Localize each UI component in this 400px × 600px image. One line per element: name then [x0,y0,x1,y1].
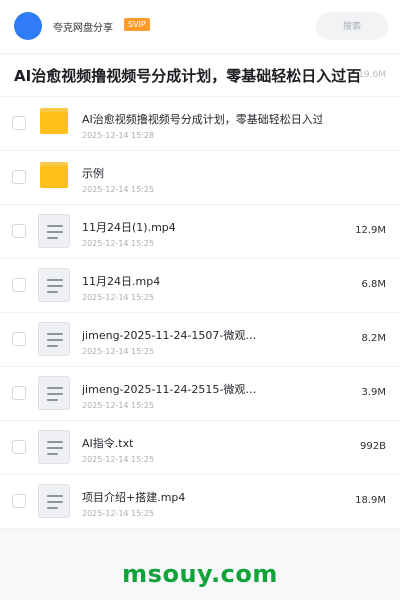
row-checkbox[interactable] [12,170,26,184]
file-list: AI治愈视频撸视频号分成计划，零基础轻松日入过百 2025-12-14 15:28… [0,97,400,529]
file-row[interactable]: 11月24日.mp4 2025-12-14 15:25 6.8M [0,259,400,313]
user-name: 夸克网盘分享 [53,23,113,34]
file-name: jimeng-2025-11-24-2515-微观… [82,383,257,396]
file-name: AI治愈视频撸视频号分成计划，零基础轻松日入过百 [82,113,322,126]
file-date: 2025-12-14 15:25 [82,347,155,356]
search-input[interactable]: 搜索 [316,12,388,40]
file-row[interactable]: AI指令.txt 2025-12-14 15:25 992B [0,421,400,475]
file-row[interactable]: jimeng-2025-11-24-1507-微观… 2025-12-14 15:… [0,313,400,367]
row-checkbox[interactable] [12,332,26,346]
file-icon [38,268,70,302]
file-date: 2025-12-14 15:25 [82,455,155,464]
folder-row[interactable]: AI治愈视频撸视频号分成计划，零基础轻松日入过百 2025-12-14 15:28 [0,97,400,151]
file-row[interactable]: jimeng-2025-11-24-2515-微观… 2025-12-14 15:… [0,367,400,421]
file-row[interactable]: 11月24日(1).mp4 2025-12-14 15:25 12.9M [0,205,400,259]
row-checkbox[interactable] [12,224,26,238]
avatar[interactable] [14,12,42,40]
file-date: 2025-12-14 15:25 [82,293,155,302]
page-title: AI治愈视频撸视频号分成计划，零基础轻松日入过百 [14,67,362,85]
file-icon [38,430,70,464]
file-icon [38,322,70,356]
file-size: 3.9M [361,387,386,398]
row-checkbox[interactable] [12,386,26,400]
file-name: AI指令.txt [82,437,134,450]
file-name: 11月24日(1).mp4 [82,221,176,234]
file-date: 2025-12-14 15:25 [82,401,155,410]
folder-row[interactable]: 示例 2025-12-14 15:25 [0,151,400,205]
file-icon [38,376,70,410]
file-name: jimeng-2025-11-24-1507-微观… [82,329,257,342]
file-date: 2025-12-14 15:25 [82,185,155,194]
folder-title-bar: 19.6M AI治愈视频撸视频号分成计划，零基础轻松日入过百 [0,55,400,97]
top-header: 夸克网盘分享 SVIP 搜索 [0,0,400,54]
search-placeholder: 搜索 [342,22,361,32]
file-date: 2025-12-14 15:25 [82,509,155,518]
folder-icon [38,162,70,194]
row-checkbox[interactable] [12,278,26,292]
file-name: 11月24日.mp4 [82,275,161,288]
row-checkbox[interactable] [12,440,26,454]
file-size: 992B [360,441,386,452]
file-size: 6.8M [361,279,386,290]
file-icon [38,484,70,518]
file-size: 12.9M [355,225,386,236]
file-name: 示例 [82,167,104,180]
svip-badge: SVIP [124,18,150,31]
folder-icon [38,108,70,140]
file-icon [38,214,70,248]
watermark-text: msouy.com [122,560,278,588]
file-date: 2025-12-14 15:28 [82,131,155,140]
file-size: 8.2M [361,333,386,344]
row-checkbox[interactable] [12,116,26,130]
total-size: 19.6M [358,70,386,80]
file-row[interactable]: 项目介绍+搭建.mp4 2025-12-14 15:25 18.9M [0,475,400,529]
file-name: 项目介绍+搭建.mp4 [82,491,186,504]
row-checkbox[interactable] [12,494,26,508]
file-date: 2025-12-14 15:25 [82,239,155,248]
file-size: 18.9M [355,495,386,506]
